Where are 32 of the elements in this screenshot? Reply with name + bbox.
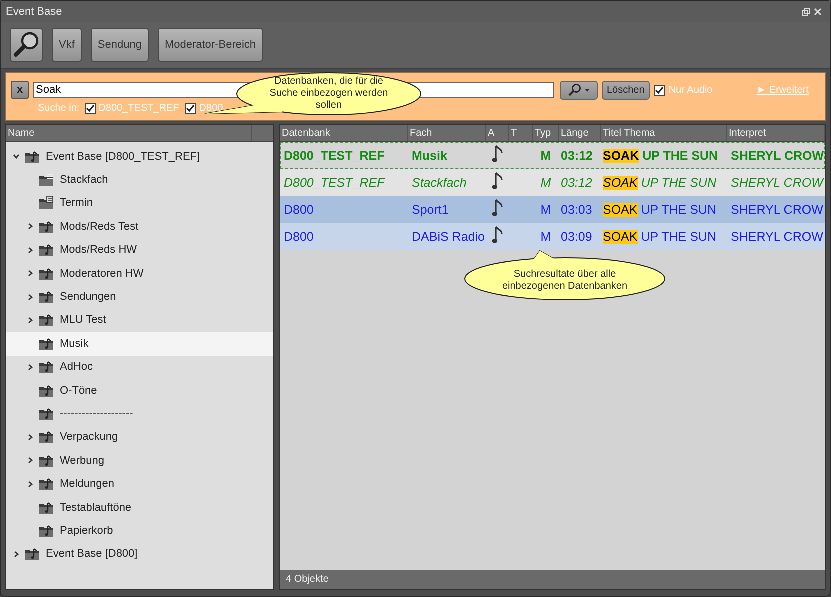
table-cell-text: SOAK UP THE SUN <box>602 230 718 244</box>
table-cell-text: Musik <box>411 148 448 162</box>
checkbox-label: D800_TEST_REF <box>98 103 180 114</box>
table-cell-text: SHERYL CROW <box>730 176 825 190</box>
scope-label: Suche in: <box>38 103 80 114</box>
table-cell-text: DABiS Radio <box>411 230 486 244</box>
window-title: Event Base <box>6 6 64 18</box>
table-cell-text: D800 <box>283 230 315 244</box>
table-cell-text: M <box>540 148 552 162</box>
table-cell-text: SOAK UP THE SUN <box>602 202 718 216</box>
table-cell-text: M <box>540 202 552 216</box>
table-cell-text: 03:03 <box>560 202 594 216</box>
table-cell-text: D800_TEST_REF <box>283 148 386 162</box>
table-cell-text: 03:12 <box>560 176 594 190</box>
table-cell-text: D800 <box>283 202 315 216</box>
table-cell-text: 03:12 <box>560 148 594 162</box>
table-cell-text: M <box>540 230 552 244</box>
table-cell-text: Stackfach <box>411 176 468 190</box>
checkbox-label: Nur Audio <box>668 84 713 96</box>
table-cell-text: SHERYL CROW <box>730 230 824 244</box>
table-cell-text: SOAK UP THE SUN <box>602 176 718 190</box>
table-cell-text: SOAK UP THE SUN <box>602 148 720 162</box>
checkbox-label: D800 <box>199 103 224 114</box>
callout-tooltip-text: Suchresultate über alle einbezogenen Datenbanken <box>501 269 629 293</box>
table-cell-text: SHERYL CROW <box>730 148 825 162</box>
table-cell-text: D800_TEST_REF <box>283 176 386 190</box>
status-text: 4 Objekte <box>286 574 329 585</box>
callout-tooltip-text: Datenbanken, die für die Suche einbezogen werden sollen <box>268 76 390 112</box>
table-cell-text: SHERYL CROW <box>730 202 824 216</box>
table-cell-text: Sport1 <box>411 202 450 216</box>
table-cell-text: M <box>540 176 552 190</box>
table-cell-text: 03:09 <box>560 230 594 244</box>
